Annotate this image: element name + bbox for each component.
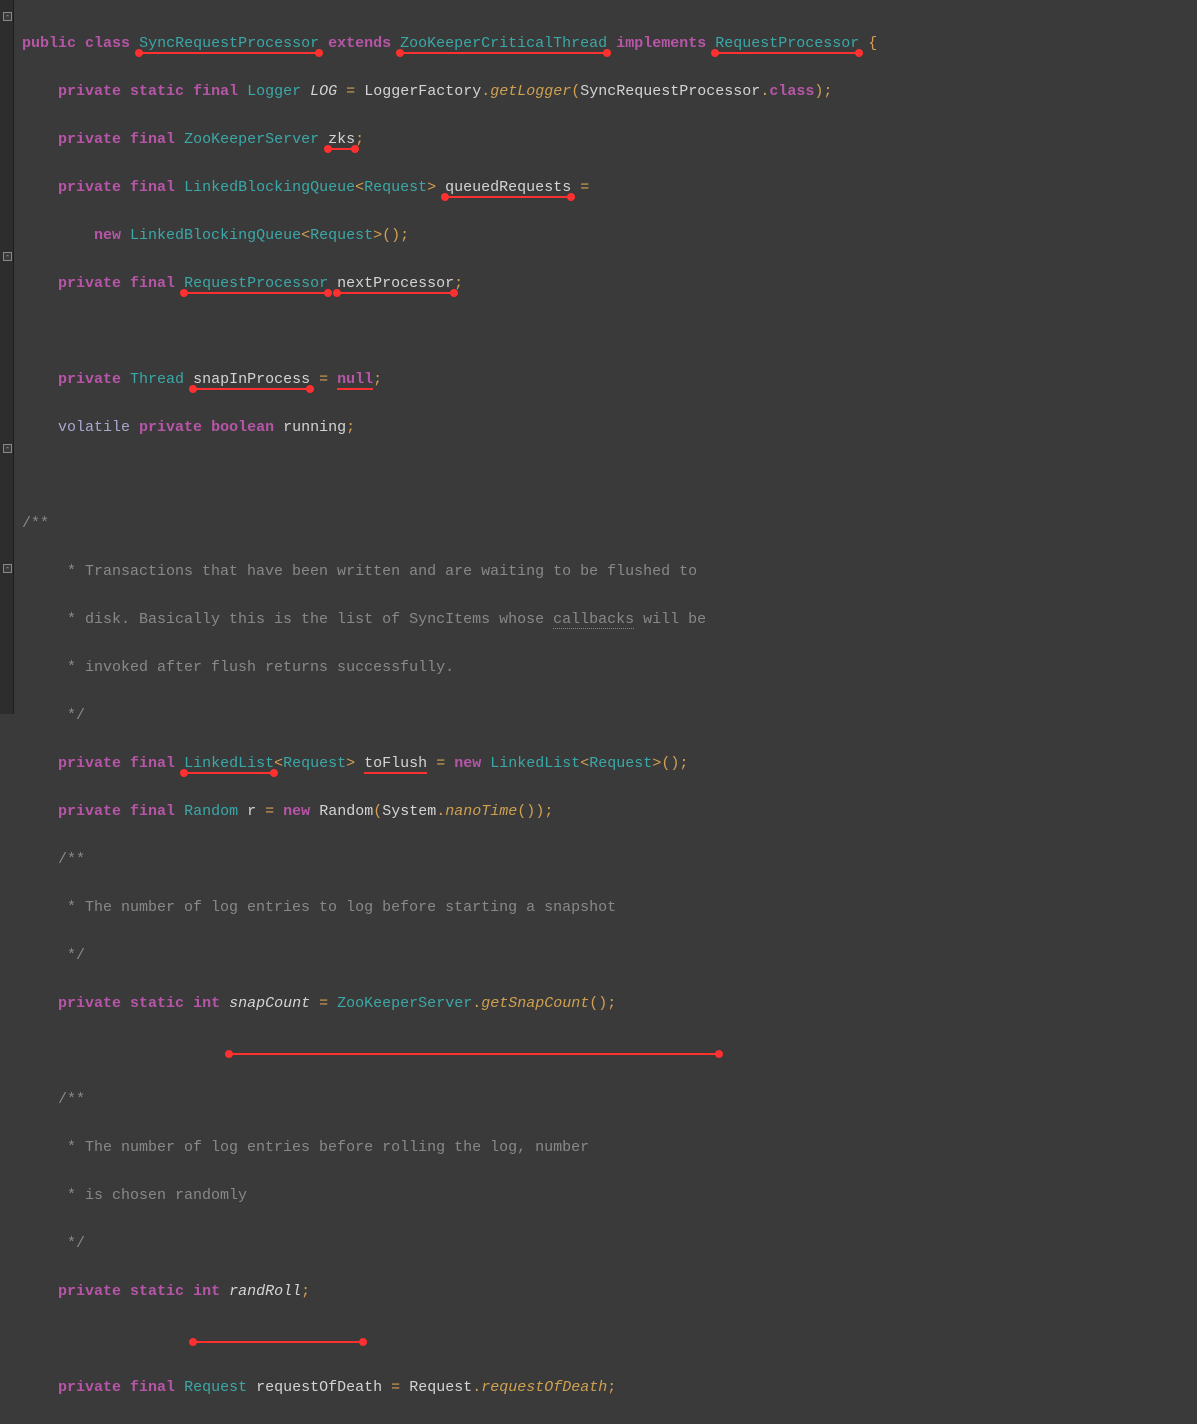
interface-name: RequestProcessor (715, 35, 859, 54)
field-name: zks (328, 131, 355, 150)
field-name: toFlush (364, 755, 427, 774)
underline-marker (22, 1328, 1197, 1352)
comment-line: * The number of log entries before rolli… (22, 1136, 1197, 1160)
code-line: private Thread snapInProcess = null; (22, 368, 1197, 392)
keyword-class: class (85, 35, 130, 52)
field-name: snapCount (229, 995, 310, 1012)
field-name: snapInProcess (193, 371, 310, 390)
code-line: private final Random r = new Random(Syst… (22, 800, 1197, 824)
fold-marker[interactable]: - (3, 444, 12, 453)
code-line: new LinkedBlockingQueue<Request>(); (22, 224, 1197, 248)
comment-line: /** (22, 512, 1197, 536)
code-line: private static final Logger LOG = Logger… (22, 80, 1197, 104)
underline-marker (22, 1040, 1197, 1064)
code-line: private static int randRoll; (22, 1280, 1197, 1304)
comment-line: * Transactions that have been written an… (22, 560, 1197, 584)
comment-line: /** (22, 848, 1197, 872)
comment-line: * disk. Basically this is the list of Sy… (22, 608, 1197, 632)
field-name: queuedRequests (445, 179, 571, 198)
field-name: nextProcessor (337, 275, 454, 294)
code-line: private final ZooKeeperServer zks; (22, 128, 1197, 152)
blank-line (22, 320, 1197, 344)
comment-line: /** (22, 1088, 1197, 1112)
blank-line (22, 464, 1197, 488)
code-line: public class SyncRequestProcessor extend… (22, 32, 1197, 56)
code-line: private final RequestProcessor nextProce… (22, 272, 1197, 296)
superclass-name: ZooKeeperCriticalThread (400, 35, 607, 54)
comment-line: * is chosen randomly (22, 1184, 1197, 1208)
code-line: volatile private boolean running; (22, 416, 1197, 440)
comment-line: * The number of log entries to log befor… (22, 896, 1197, 920)
code-line: private final LinkedBlockingQueue<Reques… (22, 176, 1197, 200)
brace-open: { (868, 35, 877, 52)
keyword-implements: implements (616, 35, 706, 52)
comment-line: * invoked after flush returns successful… (22, 656, 1197, 680)
code-line: private final Request requestOfDeath = R… (22, 1376, 1197, 1400)
field-name: randRoll (229, 1283, 301, 1300)
fold-marker[interactable]: - (3, 252, 12, 261)
field-name: running (283, 419, 346, 436)
field-name: r (247, 803, 256, 820)
field-name: LOG (310, 83, 337, 100)
fold-marker[interactable]: - (3, 12, 12, 21)
keyword-extends: extends (328, 35, 391, 52)
editor-gutter: - - - - (0, 0, 14, 714)
field-name: requestOfDeath (256, 1379, 382, 1396)
class-name: SyncRequestProcessor (139, 35, 319, 54)
code-line: private final LinkedList<Request> toFlus… (22, 752, 1197, 776)
comment-line: */ (22, 704, 1197, 728)
code-line: private static int snapCount = ZooKeeper… (22, 992, 1197, 1016)
code-editor[interactable]: public class SyncRequestProcessor extend… (22, 8, 1197, 1424)
fold-marker[interactable]: - (3, 564, 12, 573)
comment-line: */ (22, 1232, 1197, 1256)
comment-line: */ (22, 944, 1197, 968)
keyword-public: public (22, 35, 76, 52)
